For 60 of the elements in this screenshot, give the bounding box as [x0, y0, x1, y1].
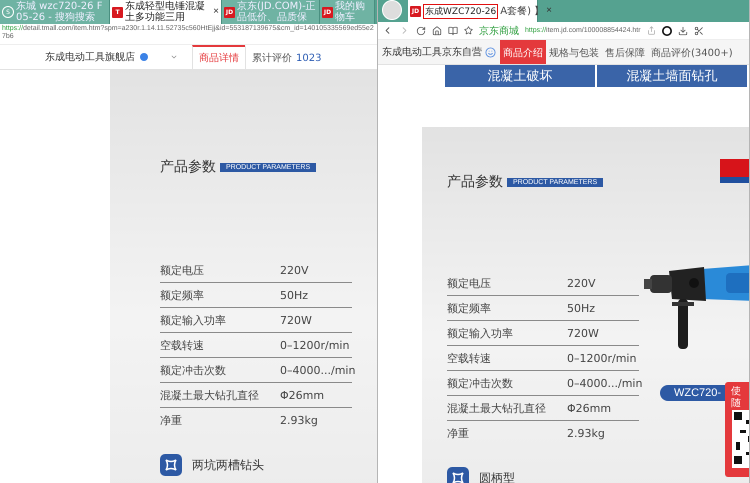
store-name[interactable]: 东成电动工具旗舰店 — [45, 50, 135, 64]
spec-value: 0–4000.../min — [280, 364, 356, 376]
info-icon — [140, 53, 148, 61]
drill-bit-icon — [447, 467, 469, 483]
nav-tab[interactable]: 规格与包装 — [546, 40, 602, 64]
spec-name: 额定电压 — [160, 262, 205, 278]
close-button[interactable]: × — [213, 7, 219, 17]
circle-icon[interactable] — [662, 26, 672, 36]
spec-value: 2.93kg — [567, 426, 605, 440]
qr-caption: 随 — [730, 398, 741, 409]
close-button[interactable]: × — [546, 6, 552, 16]
spec-value: Φ26mm — [567, 402, 612, 414]
spec-value: 220V — [567, 276, 596, 290]
profile-avatar[interactable] — [382, 0, 402, 20]
caret-icon[interactable] — [170, 53, 178, 61]
spec-name: 混凝土最大钻孔直径 — [160, 388, 260, 402]
spec-value: 0–1200r/min — [280, 338, 350, 352]
star-icon[interactable] — [464, 26, 473, 35]
spec-name: 额定冲击次数 — [160, 362, 227, 378]
tab-title: 东成WZC720-26 — [423, 4, 498, 18]
spec-name: 额定输入功率 — [447, 326, 514, 340]
feature-label: 圆柄型 — [479, 470, 515, 483]
chat-icon[interactable] — [485, 46, 496, 58]
spec-name: 空载转速 — [447, 350, 492, 366]
spec-name: 额定频率 — [447, 300, 492, 316]
spec-value: 220V — [280, 264, 309, 276]
category-banner: 混凝土破坏 — [445, 65, 597, 87]
spec-value: 0–1200r/min — [567, 352, 636, 364]
spec-value: 720W — [567, 326, 599, 340]
category-banner: 混凝土墙面钻孔 — [597, 65, 749, 87]
spec-name: 净重 — [447, 426, 470, 440]
spec-name: 额定频率 — [160, 288, 205, 302]
spec-value: 50Hz — [280, 288, 308, 302]
spec-name: 额定输入功率 — [160, 312, 227, 328]
spec-name: 额定电压 — [447, 276, 492, 290]
scissors-icon[interactable] — [694, 26, 704, 36]
home-icon[interactable] — [432, 26, 442, 36]
spec-name: 空载转速 — [160, 338, 205, 352]
book-icon[interactable] — [448, 26, 458, 36]
spec-value: 720W — [280, 314, 312, 326]
qr-panel[interactable]: 使 随 — [725, 382, 749, 477]
spec-value: 50Hz — [567, 302, 596, 314]
nav-tab[interactable]: 售后保障 — [602, 40, 648, 64]
spec-name: 混凝土最大钻孔直径 — [447, 400, 547, 416]
store-name[interactable]: 东成电动工具京东自营 — [382, 45, 482, 59]
nav-tab[interactable]: 累计评价 1023 — [245, 45, 328, 69]
download-icon[interactable] — [678, 26, 688, 36]
drill-bit-icon — [160, 454, 182, 476]
spec-name: 额定冲击次数 — [447, 376, 514, 390]
spec-value: Φ26mm — [280, 388, 324, 402]
nav-tab[interactable]: 商品介绍 — [500, 40, 546, 64]
spec-value: 0–4000.../min — [567, 376, 642, 390]
section-title: 产品参数 — [447, 173, 503, 191]
reload-icon[interactable] — [416, 26, 426, 36]
nav-tab[interactable]: 商品评价(3400+) — [648, 40, 736, 64]
feature-label: 两坑两槽钻头 — [192, 456, 264, 474]
section-title: 产品参数 — [160, 158, 216, 176]
spec-value: 2.93kg — [280, 414, 318, 426]
site-label: 京东商城 — [479, 24, 519, 38]
spec-name: 净重 — [160, 412, 183, 428]
